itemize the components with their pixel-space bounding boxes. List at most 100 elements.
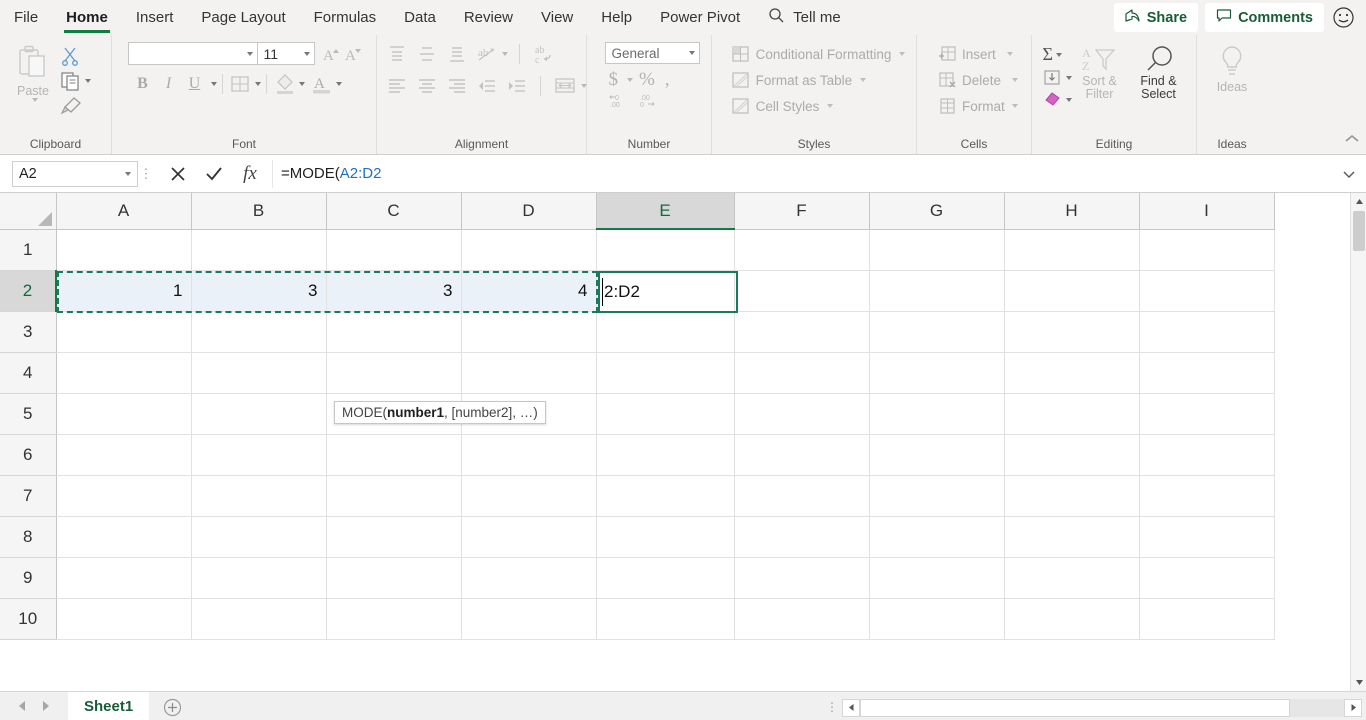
vertical-scrollbar[interactable] — [1350, 193, 1366, 691]
ideas-button[interactable]: Ideas — [1205, 42, 1259, 94]
merge-and-center-button[interactable] — [552, 74, 587, 98]
format-painter-button[interactable] — [60, 96, 91, 116]
next-sheet-button[interactable] — [41, 699, 50, 717]
cell-i9[interactable] — [1139, 557, 1275, 599]
cell-a10[interactable] — [56, 598, 192, 640]
cell-c2[interactable]: 3 — [326, 270, 462, 312]
copy-button[interactable] — [60, 71, 91, 91]
format-as-table-button[interactable]: Format as Table — [731, 68, 867, 92]
cell-b9[interactable] — [191, 557, 327, 599]
cell-a2[interactable]: 1 — [56, 270, 192, 312]
expand-formula-bar-button[interactable] — [1336, 169, 1362, 179]
name-box[interactable]: A2 — [12, 160, 138, 187]
row-header-4[interactable]: 4 — [0, 352, 57, 394]
comma-format-button[interactable]: , — [661, 69, 674, 91]
comments-button[interactable]: Comments — [1205, 3, 1324, 32]
chevron-down-icon[interactable] — [827, 104, 834, 108]
cell-c10[interactable] — [326, 598, 462, 640]
bold-button[interactable]: B — [130, 75, 156, 93]
align-right-button[interactable] — [445, 75, 469, 97]
clear-button[interactable] — [1043, 91, 1072, 109]
increase-decimal-button[interactable]: 0.00 — [608, 92, 631, 110]
chevron-down-icon[interactable] — [125, 171, 131, 176]
cell-b1[interactable] — [191, 229, 327, 271]
align-left-button[interactable] — [385, 75, 409, 97]
cell-h8[interactable] — [1004, 516, 1140, 558]
cell-e7[interactable] — [596, 475, 735, 517]
tab-page-layout[interactable]: Page Layout — [187, 0, 299, 35]
cell-i4[interactable] — [1139, 352, 1275, 394]
decrease-font-size-button[interactable]: A — [343, 44, 365, 64]
row-header-10[interactable]: 10 — [0, 598, 57, 640]
cell-c9[interactable] — [326, 557, 462, 599]
cell-g8[interactable] — [869, 516, 1005, 558]
column-header-a[interactable]: A — [56, 193, 192, 230]
conditional-formatting-button[interactable]: Conditional Formatting — [731, 42, 906, 66]
cell-c6[interactable] — [326, 434, 462, 476]
increase-indent-button[interactable] — [505, 75, 529, 97]
cell-g3[interactable] — [869, 311, 1005, 353]
cell-e3[interactable] — [596, 311, 735, 353]
cell-g4[interactable] — [869, 352, 1005, 394]
row-header-5[interactable]: 5 — [0, 393, 57, 435]
cell-a3[interactable] — [56, 311, 192, 353]
cell-a1[interactable] — [56, 229, 192, 271]
cell-h10[interactable] — [1004, 598, 1140, 640]
borders-button[interactable] — [228, 73, 252, 95]
align-bottom-button[interactable] — [445, 43, 469, 65]
chevron-down-icon[interactable] — [254, 82, 261, 86]
cell-f1[interactable] — [734, 229, 870, 271]
percent-format-button[interactable]: % — [635, 69, 659, 91]
tab-review[interactable]: Review — [450, 0, 527, 35]
cell-e4[interactable] — [596, 352, 735, 394]
row-header-3[interactable]: 3 — [0, 311, 57, 353]
orientation-button[interactable]: ab — [475, 43, 508, 65]
cell-f9[interactable] — [734, 557, 870, 599]
cell-h5[interactable] — [1004, 393, 1140, 435]
tab-view[interactable]: View — [527, 0, 587, 35]
previous-sheet-button[interactable] — [18, 699, 27, 717]
cell-c1[interactable] — [326, 229, 462, 271]
column-header-h[interactable]: H — [1004, 193, 1140, 230]
font-color-button[interactable]: A — [311, 73, 333, 95]
tab-home[interactable]: Home — [52, 0, 122, 35]
cell-d3[interactable] — [461, 311, 597, 353]
cell-f8[interactable] — [734, 516, 870, 558]
cell-h6[interactable] — [1004, 434, 1140, 476]
cell-b4[interactable] — [191, 352, 327, 394]
cell-g6[interactable] — [869, 434, 1005, 476]
cell-g9[interactable] — [869, 557, 1005, 599]
add-sheet-button[interactable] — [163, 698, 182, 717]
row-header-1[interactable]: 1 — [0, 229, 57, 271]
row-header-6[interactable]: 6 — [0, 434, 57, 476]
row-header-2[interactable]: 2 — [0, 270, 57, 312]
increase-font-size-button[interactable]: A — [321, 44, 343, 64]
chevron-down-icon[interactable] — [580, 84, 587, 88]
scroll-left-button[interactable] — [842, 698, 860, 717]
chevron-down-icon[interactable] — [1055, 52, 1062, 57]
cell-g1[interactable] — [869, 229, 1005, 271]
column-header-g[interactable]: G — [869, 193, 1005, 230]
cell-a8[interactable] — [56, 516, 192, 558]
cell-i5[interactable] — [1139, 393, 1275, 435]
chevron-down-icon[interactable] — [1006, 52, 1013, 56]
cell-h3[interactable] — [1004, 311, 1140, 353]
feedback-smiley-icon[interactable] — [1331, 5, 1356, 30]
cell-e8[interactable] — [596, 516, 735, 558]
format-cells-button[interactable]: Format — [938, 94, 1018, 118]
font-name-input[interactable] — [127, 42, 258, 65]
paste-button[interactable]: Paste — [6, 42, 60, 102]
cell-b5[interactable] — [191, 393, 327, 435]
column-header-d[interactable]: D — [461, 193, 597, 230]
cell-a5[interactable] — [56, 393, 192, 435]
cell-d4[interactable] — [461, 352, 597, 394]
chevron-down-icon[interactable] — [303, 51, 310, 56]
cell-e5[interactable] — [596, 393, 735, 435]
cell-g5[interactable] — [869, 393, 1005, 435]
cell-c8[interactable] — [326, 516, 462, 558]
cell-b2[interactable]: 3 — [191, 270, 327, 312]
cell-f10[interactable] — [734, 598, 870, 640]
cell-i10[interactable] — [1139, 598, 1275, 640]
cell-d10[interactable] — [461, 598, 597, 640]
cell-e6[interactable] — [596, 434, 735, 476]
